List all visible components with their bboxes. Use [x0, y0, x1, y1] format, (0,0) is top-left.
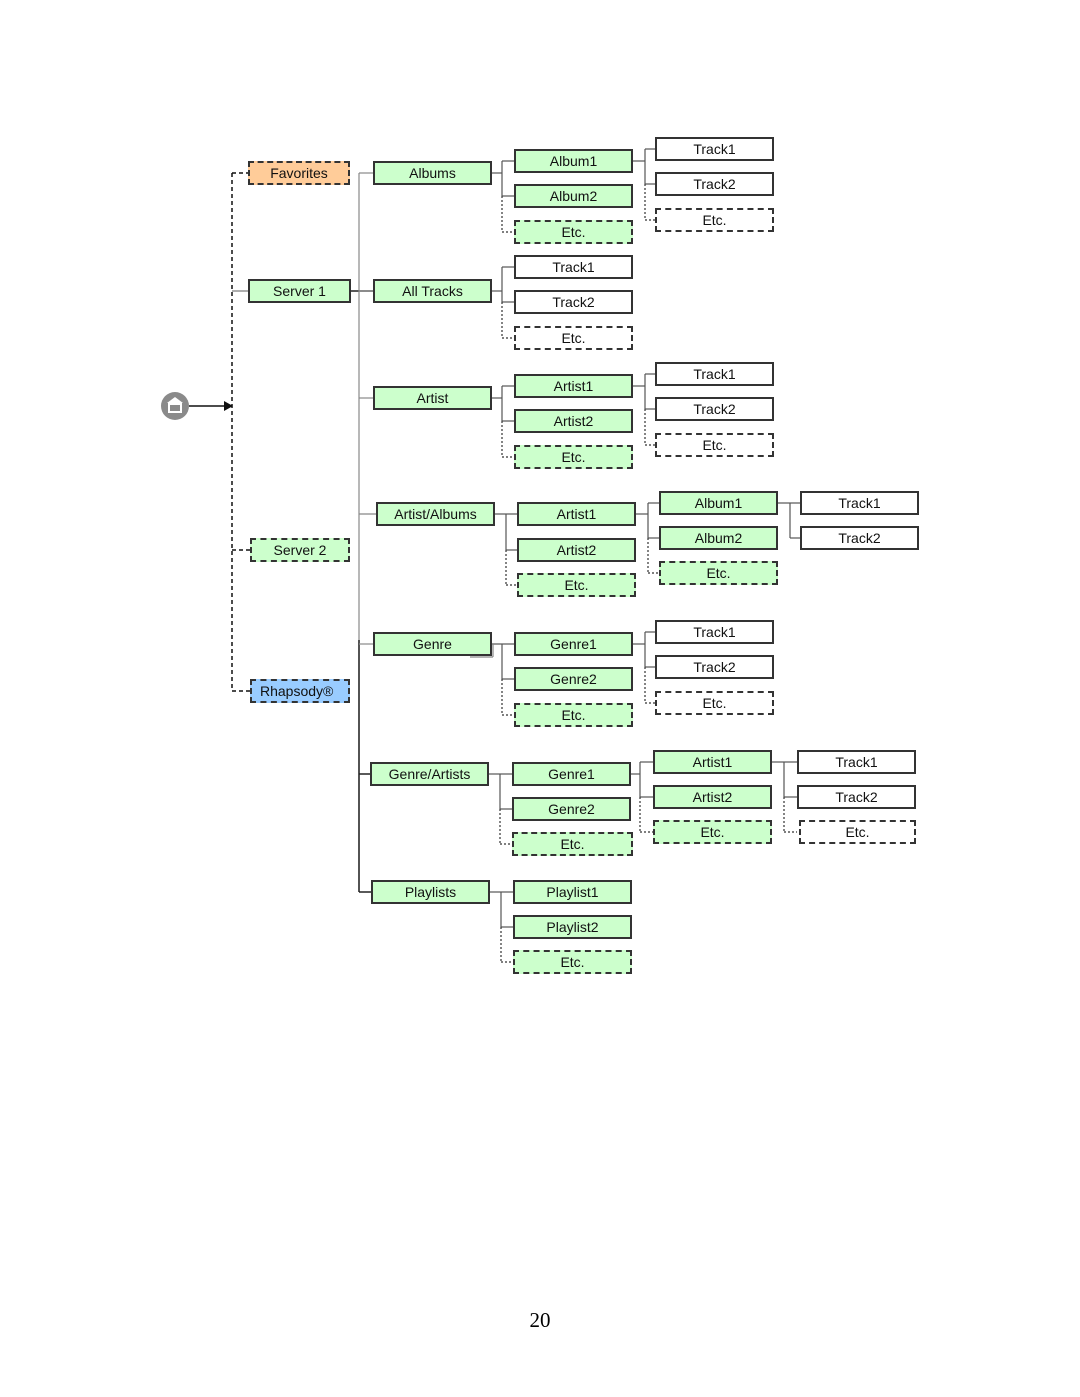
connector-lines [189, 148, 800, 963]
artist-albums-child-2: Artist2 [517, 538, 636, 562]
artist-track-etc: Etc. [655, 433, 774, 457]
albums-child-etc: Etc. [514, 220, 633, 244]
category-albums: Albums [373, 161, 492, 185]
source-favorites: Favorites [248, 161, 350, 185]
playlists-child-2: Playlist2 [513, 915, 632, 939]
artist-albums-album-2: Album2 [659, 526, 778, 550]
home-icon [161, 392, 189, 420]
category-artist-albums: Artist/Albums [376, 502, 495, 526]
genre-artists-artist-1: Artist1 [653, 750, 772, 774]
category-genre-artists: Genre/Artists [370, 762, 489, 786]
albums-track-2: Track2 [655, 172, 774, 196]
albums-child-2: Album2 [514, 184, 633, 208]
category-playlists: Playlists [371, 880, 490, 904]
genre-track-2: Track2 [655, 655, 774, 679]
source-server-1: Server 1 [248, 279, 351, 303]
genre-artists-child-etc: Etc. [512, 832, 633, 856]
artist-albums-track-1: Track1 [800, 491, 919, 515]
genre-artists-child-1: Genre1 [512, 762, 631, 786]
artist-albums-track-2: Track2 [800, 526, 919, 550]
artist-child-2: Artist2 [514, 409, 633, 433]
artist-track-2: Track2 [655, 397, 774, 421]
albums-track-etc: Etc. [655, 208, 774, 232]
all-tracks-child-etc: Etc. [514, 326, 633, 350]
genre-artists-track-1: Track1 [797, 750, 916, 774]
all-tracks-child-2: Track2 [514, 290, 633, 314]
albums-child-1: Album1 [514, 149, 633, 173]
artist-albums-album-1: Album1 [659, 491, 778, 515]
category-artist: Artist [373, 386, 492, 410]
artist-track-1: Track1 [655, 362, 774, 386]
genre-child-2: Genre2 [514, 667, 633, 691]
source-rhapsody: Rhapsody® [250, 679, 350, 703]
genre-child-etc: Etc. [514, 703, 633, 727]
genre-artists-child-2: Genre2 [512, 797, 631, 821]
playlists-child-1: Playlist1 [513, 880, 632, 904]
genre-child-1: Genre1 [514, 632, 633, 656]
genre-track-1: Track1 [655, 620, 774, 644]
artist-child-1: Artist1 [514, 374, 633, 398]
all-tracks-child-1: Track1 [514, 255, 633, 279]
category-all-tracks: All Tracks [373, 279, 492, 303]
playlists-child-etc: Etc. [513, 950, 632, 974]
artist-albums-child-etc: Etc. [517, 573, 636, 597]
genre-artists-track-2: Track2 [797, 785, 916, 809]
source-server-2: Server 2 [250, 538, 350, 562]
category-genre: Genre [373, 632, 492, 656]
artist-child-etc: Etc. [514, 445, 633, 469]
genre-artists-track-etc: Etc. [799, 820, 916, 844]
menu-hierarchy-diagram: Favorites Server 1 Server 2 Rhapsody® Al… [0, 0, 1080, 1397]
page-number: 20 [529, 1308, 551, 1332]
genre-artists-artist-2: Artist2 [653, 785, 772, 809]
albums-track-1: Track1 [655, 137, 774, 161]
genre-track-etc: Etc. [655, 691, 774, 715]
artist-albums-child-1: Artist1 [517, 502, 636, 526]
genre-artists-artist-etc: Etc. [653, 820, 772, 844]
artist-albums-album-etc: Etc. [659, 561, 778, 585]
